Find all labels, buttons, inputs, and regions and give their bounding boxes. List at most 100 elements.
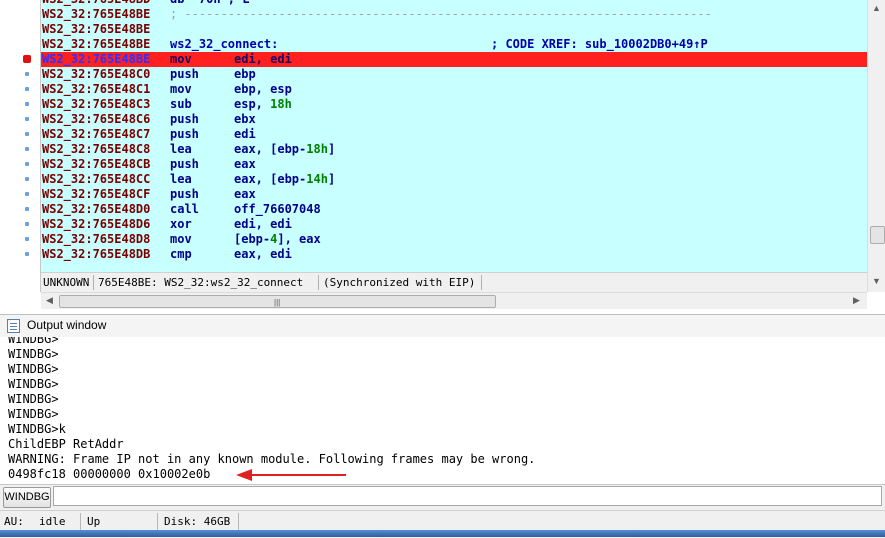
disk-space: Disk: 46GB <box>164 515 231 528</box>
separator-comment: ; --------------------------------------… <box>170 7 712 21</box>
instruction-mnemonic: lea <box>170 172 192 186</box>
operand-text: eax <box>234 187 256 201</box>
output-line: WINDBG> <box>8 362 59 376</box>
instruction-operands[interactable]: eax <box>234 187 256 202</box>
line-marker-icon[interactable] <box>25 102 29 106</box>
instruction-operands[interactable]: eax, [ebp-18h] <box>234 142 335 157</box>
line-marker-icon[interactable] <box>25 162 29 166</box>
line-address[interactable]: WS2_32:765E48BE <box>42 52 150 67</box>
output-line: WINDBG> <box>8 392 59 406</box>
instruction-operands[interactable]: esp, 18h <box>234 97 292 112</box>
line-address[interactable]: WS2_32:765E48C7 <box>42 127 150 142</box>
line-address[interactable]: WS2_32:765E48D6 <box>42 217 150 232</box>
disasm-line[interactable]: WS2_32:765E48BE ws2_32_connect: ; CODE XRE… <box>41 37 867 52</box>
windbg-command-button[interactable]: WINDBG <box>3 487 51 508</box>
line-address[interactable]: WS2_32:765E48CB <box>42 157 150 172</box>
horizontal-scrollbar[interactable]: ◀ ||| ▶ <box>41 292 867 309</box>
disasm-line[interactable]: WS2_32:765E48BE ; -----------------------… <box>41 7 867 22</box>
line-marker-icon[interactable] <box>25 72 29 76</box>
instruction-operands[interactable]: ebp <box>234 67 256 82</box>
disasm-line[interactable]: WS2_32:765E48CF push eax <box>41 187 867 202</box>
command-input[interactable] <box>53 486 882 506</box>
instruction-operands[interactable]: off_76607048 <box>234 202 321 217</box>
scroll-left-icon[interactable]: ◀ <box>46 295 53 306</box>
line-marker-icon[interactable] <box>25 147 29 151</box>
horizontal-scroll-thumb[interactable]: ||| <box>59 295 496 308</box>
instruction-operands[interactable]: edi <box>234 127 256 142</box>
instruction-operands[interactable]: ebp, esp <box>234 82 292 97</box>
current-instruction-line[interactable]: WS2_32:765E48BE mov edi, edi <box>41 52 867 67</box>
breakpoint-icon[interactable] <box>23 55 31 63</box>
disasm-line[interactable]: WS2_32:765E48BE <box>41 22 867 37</box>
instruction-operands[interactable]: eax, [ebp-14h] <box>234 172 335 187</box>
line-marker-icon[interactable] <box>25 252 29 256</box>
operand-number: 18h <box>306 142 328 156</box>
scroll-right-icon[interactable]: ▶ <box>853 295 860 306</box>
disasm-line[interactable]: WS2_32:765E48C7 push edi <box>41 127 867 142</box>
disasm-line[interactable]: WS2_32:765E48D6 xor edi, edi <box>41 217 867 232</box>
line-address[interactable]: WS2_32:765E48C1 <box>42 82 150 97</box>
instruction-operands[interactable]: edi, edi <box>234 52 292 67</box>
function-label[interactable]: ws2_32_connect: <box>170 37 278 52</box>
line-marker-icon[interactable] <box>25 117 29 121</box>
line-address[interactable]: WS2_32:765E48DB <box>42 247 150 262</box>
disasm-line[interactable]: WS2_32:765E48D0 call off_76607048 <box>41 202 867 217</box>
disasm-line[interactable]: WS2_32:765E48C8 lea eax, [ebp-18h] <box>41 142 867 157</box>
operand-text: ebp <box>234 67 256 81</box>
instruction-operands[interactable]: edi, edi <box>234 217 292 232</box>
line-marker-icon[interactable] <box>25 237 29 241</box>
xref-comment[interactable]: ; CODE XREF: sub_10002DB0+49↑P <box>491 37 708 52</box>
line-address[interactable]: WS2_32:765E48BE <box>42 7 150 22</box>
line-address[interactable]: WS2_32:765E48C6 <box>42 112 150 127</box>
line-marker-icon[interactable] <box>25 222 29 226</box>
operand-text: esp, <box>234 97 271 111</box>
disasm-line[interactable]: WS2_32:765E48CC lea eax, [ebp-14h] <box>41 172 867 187</box>
line-address[interactable]: WS2_32:765E48C3 <box>42 97 150 112</box>
output-window-icon <box>7 319 20 333</box>
output-window-title: Output window <box>27 318 107 332</box>
line-marker-icon[interactable] <box>25 132 29 136</box>
output-log[interactable]: WINDBG> WINDBG> WINDBG> WINDBG> WINDBG> WINDB… <box>0 337 885 484</box>
disassembly-listing[interactable]: WS2_32:765E48BDdb 70h ; LWS2_32:765E48BE… <box>41 0 867 272</box>
vertical-scrollbar[interactable]: ▲ ▼ <box>867 0 885 292</box>
scroll-down-icon[interactable]: ▼ <box>872 276 881 286</box>
instruction-mnemonic: mov <box>170 82 192 96</box>
operand-text: edi <box>234 127 256 141</box>
line-address[interactable]: WS2_32:765E48BE <box>42 37 150 52</box>
instruction-operands[interactable]: ebx <box>234 112 256 127</box>
instruction-operands[interactable]: eax <box>234 157 256 172</box>
line-address[interactable]: WS2_32:765E48C8 <box>42 142 150 157</box>
line-address[interactable]: WS2_32:765E48CC <box>42 172 150 187</box>
operand-text: eax, [ebp- <box>234 142 307 156</box>
disassembly-view[interactable]: WS2_32:765E48BDdb 70h ; LWS2_32:765E48BE… <box>0 0 885 314</box>
line-address[interactable]: WS2_32:765E48C0 <box>42 67 150 82</box>
line-address[interactable]: WS2_32:765E48BD <box>42 0 150 7</box>
output-window-titlebar[interactable]: Output window <box>0 314 885 338</box>
breakpoint-gutter[interactable] <box>0 0 41 292</box>
output-line: WINDBG> <box>8 407 59 421</box>
disassembly-status-strip: UNKNOWN 765E48BE: WS2_32:ws2_32_connect … <box>41 272 867 293</box>
scroll-up-icon[interactable]: ▲ <box>872 3 881 13</box>
instruction-mnemonic: lea <box>170 142 192 156</box>
disasm-line[interactable]: WS2_32:765E48C6 push ebx <box>41 112 867 127</box>
line-marker-icon[interactable] <box>25 87 29 91</box>
line-address[interactable]: WS2_32:765E48CF <box>42 187 150 202</box>
disasm-line[interactable]: WS2_32:765E48BD db 70h ; L <box>41 0 867 7</box>
operand-number: 14h <box>306 172 328 186</box>
instruction-operands[interactable]: eax, edi <box>234 247 292 262</box>
au-status: idle <box>39 515 66 528</box>
line-address[interactable]: WS2_32:765E48D0 <box>42 202 150 217</box>
disasm-line[interactable]: WS2_32:765E48DB cmp eax, edi <box>41 247 867 262</box>
instruction-operands[interactable]: [ebp-4], eax <box>234 232 321 247</box>
disasm-line[interactable]: WS2_32:765E48D8 mov [ebp-4], eax <box>41 232 867 247</box>
line-marker-icon[interactable] <box>25 177 29 181</box>
line-address[interactable]: WS2_32:765E48D8 <box>42 232 150 247</box>
disasm-line[interactable]: WS2_32:765E48C1 mov ebp, esp <box>41 82 867 97</box>
line-marker-icon[interactable] <box>25 207 29 211</box>
line-address[interactable]: WS2_32:765E48BE <box>42 22 150 37</box>
disasm-line[interactable]: WS2_32:765E48CB push eax <box>41 157 867 172</box>
disasm-line[interactable]: WS2_32:765E48C3 sub esp, 18h <box>41 97 867 112</box>
disasm-line[interactable]: WS2_32:765E48C0 push ebp <box>41 67 867 82</box>
line-marker-icon[interactable] <box>25 192 29 196</box>
vertical-scroll-thumb[interactable] <box>870 226 885 244</box>
